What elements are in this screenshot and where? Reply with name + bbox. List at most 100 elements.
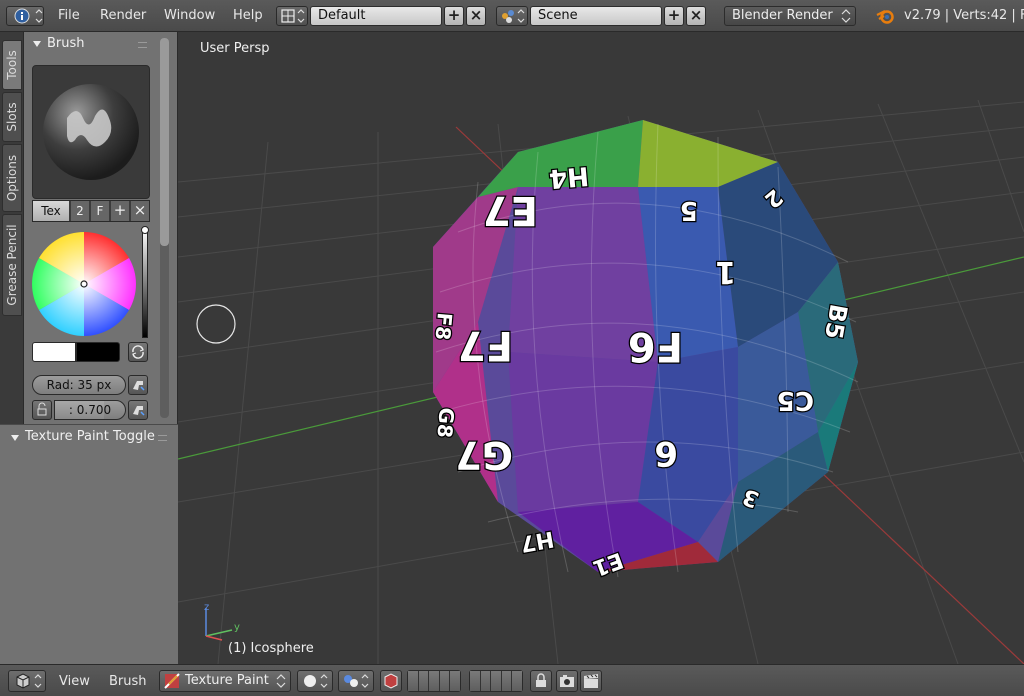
face-label: H7 (518, 526, 556, 556)
render-engine-select[interactable]: Blender Render (724, 6, 856, 26)
object-label: (1) Icosphere (228, 641, 314, 656)
mode-label: Texture Paint (185, 673, 269, 688)
face-label: H4 (548, 160, 590, 193)
layer-buttons-left[interactable] (407, 670, 461, 692)
pen-pressure-icon (133, 381, 145, 391)
face-label: 5 (680, 195, 698, 225)
face-label: 1 (715, 254, 736, 289)
viewport-canvas[interactable]: H4 E7 F7 F6 G7 G8 C5 B5 H7 E1 F8 5 6 1 2… (178, 32, 1024, 664)
panel-drag-handle[interactable] (138, 42, 147, 48)
panel-drag-handle[interactable] (158, 435, 167, 441)
face-label: F7 (458, 322, 513, 368)
remove-brush-icon[interactable]: × (131, 201, 149, 221)
render-engine-label: Blender Render (732, 8, 833, 23)
face-label: C5 (777, 385, 814, 415)
brush-preview[interactable] (32, 65, 150, 199)
texture-paint-icon (164, 673, 180, 689)
scene-icon (502, 9, 525, 23)
texture-slot-field[interactable]: Tex (33, 201, 69, 221)
value-slider-handle[interactable] (141, 226, 149, 234)
3d-viewport[interactable]: H4 E7 F7 F6 G7 G8 C5 B5 H7 E1 F8 5 6 1 2… (178, 32, 1024, 664)
lock-layers-icon (536, 673, 546, 687)
panel-scrollbar-thumb[interactable] (160, 38, 169, 246)
radius-pressure-toggle[interactable] (128, 375, 148, 395)
top-header-bar: File Render Window Help Default + × Scen… (0, 0, 1024, 32)
face-mask-toggle[interactable] (380, 670, 402, 692)
tab-grease-pencil[interactable]: Grease Pencil (2, 214, 22, 316)
face-label: E7 (483, 187, 538, 233)
blender-logo-icon (876, 10, 894, 24)
face-label: G7 (455, 433, 513, 477)
pivot-point-select[interactable] (338, 670, 374, 692)
delete-screen-icon[interactable]: × (466, 6, 486, 26)
screen-layout-browse-button[interactable] (276, 6, 308, 26)
bottom-header-bar: View Brush Texture Paint (0, 664, 1024, 696)
tool-shelf: Brush Tex 2 F + × Rad: 35 px: 0.700 Tex… (0, 32, 178, 664)
screen-layout-field[interactable]: Default (310, 6, 442, 26)
render-image-button[interactable] (556, 670, 578, 692)
camera-icon (560, 675, 574, 687)
brush-sphere-icon (43, 84, 139, 180)
editor-type-button[interactable] (8, 670, 46, 692)
tab-slots[interactable]: Slots (2, 92, 22, 142)
face-label: 6 (654, 433, 678, 473)
pivot-icon (344, 674, 369, 688)
dropdown-arrows-icon (841, 9, 851, 23)
scene-stats: v2.79 | Verts:42 | Fa (904, 8, 1024, 23)
viewport-shading-select[interactable] (297, 670, 333, 692)
menu-file[interactable]: File (58, 8, 80, 23)
lock-camera-toggle[interactable] (530, 670, 552, 692)
dropdown-arrows-icon (276, 674, 286, 688)
add-brush-icon[interactable]: + (111, 201, 129, 221)
solid-shading-icon (304, 674, 328, 688)
texture-panel-title: Texture Paint Toggle (25, 429, 155, 444)
view-label: User Persp (200, 41, 270, 56)
menu-window[interactable]: Window (164, 8, 215, 23)
brush-panel-title: Brush (47, 36, 85, 51)
editor-type-button[interactable] (6, 6, 44, 26)
strength-lock-toggle[interactable] (32, 400, 52, 420)
mode-select[interactable]: Texture Paint (159, 670, 291, 692)
menu-view[interactable]: View (59, 674, 90, 689)
face-label: B5 (819, 302, 853, 341)
strength-pressure-toggle[interactable] (128, 400, 148, 420)
users-count[interactable]: 2 (71, 201, 89, 221)
render-animation-button[interactable] (580, 670, 602, 692)
brush-radius-cursor (196, 304, 236, 344)
axis-y-label: y (234, 622, 240, 633)
delete-scene-icon[interactable]: × (686, 6, 706, 26)
tab-tools[interactable]: Tools (2, 40, 22, 90)
add-scene-icon[interactable]: + (664, 6, 684, 26)
strength-value: : 0.700 (68, 403, 112, 417)
strength-slider[interactable]: : 0.700 (54, 400, 126, 420)
layer-buttons-right[interactable] (469, 670, 523, 692)
clapperboard-icon (584, 674, 598, 688)
add-screen-icon[interactable]: + (444, 6, 464, 26)
info-icon (14, 8, 43, 24)
primary-color-swatch[interactable] (32, 342, 76, 362)
face-label: F6 (628, 323, 683, 369)
tab-options[interactable]: Options (2, 144, 22, 212)
radius-slider[interactable]: Rad: 35 px (32, 375, 126, 395)
panel-collapse-icon[interactable] (32, 39, 42, 49)
scene-browse-button[interactable] (496, 6, 528, 26)
panel-collapse-icon[interactable] (10, 433, 20, 443)
scene-field[interactable]: Scene (530, 6, 662, 26)
menu-brush[interactable]: Brush (109, 674, 147, 689)
axis-z-label: z (204, 602, 209, 613)
face-label: G8 (432, 407, 459, 439)
menu-render[interactable]: Render (100, 8, 146, 23)
swap-colors-button[interactable] (128, 342, 148, 362)
face-label: F8 (431, 312, 457, 342)
color-wheel[interactable] (30, 230, 138, 338)
menu-help[interactable]: Help (233, 8, 263, 23)
texture-paint-toggle-panel: Texture Paint Toggle (0, 424, 178, 664)
secondary-color-swatch[interactable] (76, 342, 120, 362)
3d-view-icon (16, 673, 42, 689)
value-slider[interactable] (142, 228, 148, 338)
pen-pressure-icon (133, 406, 145, 416)
face-mask-icon (384, 673, 398, 689)
swap-icon (132, 345, 144, 359)
lock-icon (37, 402, 47, 416)
fake-user-toggle[interactable]: F (91, 201, 109, 221)
